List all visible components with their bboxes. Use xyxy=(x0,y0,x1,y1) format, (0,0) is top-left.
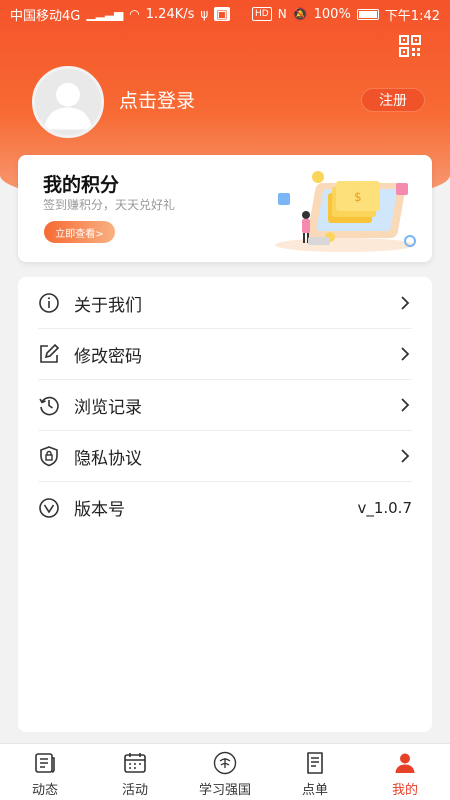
order-icon xyxy=(307,752,323,774)
menu-item-history[interactable]: 浏览记录 xyxy=(38,380,412,431)
chevron-right-icon xyxy=(401,449,410,463)
tab-study[interactable]: 学习强国 xyxy=(180,744,270,800)
clock-icon xyxy=(39,396,59,416)
news-icon xyxy=(35,753,55,773)
battery-icon xyxy=(356,8,379,20)
shield-lock-icon xyxy=(40,446,58,467)
app-notification-icon: ▣ xyxy=(214,7,230,21)
user-icon xyxy=(395,753,415,773)
avatar[interactable] xyxy=(32,66,104,138)
battery-percent: 100% xyxy=(313,6,351,22)
points-card[interactable]: 我的积分 签到赚积分，天天兑好礼 立即查看> $ xyxy=(18,155,432,262)
hd-icon: HD xyxy=(251,7,272,21)
tab-order[interactable]: 点单 xyxy=(270,744,360,800)
svg-text:$: $ xyxy=(354,190,362,204)
register-button[interactable]: 注册 xyxy=(362,89,424,111)
menu-item-label: 版本号 xyxy=(74,500,125,520)
chevron-right-icon xyxy=(401,296,410,310)
chevron-right-icon xyxy=(401,347,410,361)
carrier-text: 中国移动4G xyxy=(10,8,81,24)
menu-card: 关于我们 修改密码 浏览记录 隐私协议 版本号 v_1.0.7 xyxy=(18,277,432,732)
login-link[interactable]: 点击登录 xyxy=(119,86,195,113)
study-logo-icon xyxy=(213,751,237,775)
menu-item-label: 修改密码 xyxy=(74,346,142,367)
tab-label: 我的 xyxy=(391,783,418,798)
menu-item-privacy[interactable]: 隐私协议 xyxy=(38,431,412,482)
tab-label: 动态 xyxy=(31,783,58,798)
menu-item-label: 隐私协议 xyxy=(74,448,142,469)
menu-item-label: 关于我们 xyxy=(74,295,142,316)
version-value: v_1.0.7 xyxy=(357,498,412,517)
points-title: 我的积分 xyxy=(43,174,120,196)
calendar-icon xyxy=(124,753,146,773)
bottom-nav: 动态 活动 学习强国 点单 我的 xyxy=(0,743,450,800)
tab-news[interactable]: 动态 xyxy=(0,744,90,800)
chevron-right-icon xyxy=(401,398,410,412)
menu-item-version: 版本号 v_1.0.7 xyxy=(38,482,412,533)
mute-icon: 🔕 xyxy=(292,7,308,21)
tab-mine[interactable]: 我的 xyxy=(360,744,450,800)
status-bar: 中国移动4G ▁▂▃▅ ◠ 1.24K/s ψ ▣ HD N 🔕 100% 下午… xyxy=(0,0,450,28)
usb-icon: ψ xyxy=(200,7,209,21)
signal-icon: ▁▂▃▅ xyxy=(86,7,124,21)
menu-item-change-password[interactable]: 修改密码 xyxy=(38,329,412,380)
edit-icon xyxy=(40,343,60,363)
clock-time: 下午1:42 xyxy=(384,8,440,24)
points-subtitle: 签到赚积分，天天兑好礼 xyxy=(43,198,176,212)
tab-label: 学习强国 xyxy=(198,783,251,798)
default-avatar-icon xyxy=(35,69,101,135)
menu-item-about[interactable]: 关于我们 xyxy=(38,278,412,329)
nfc-icon: N xyxy=(277,7,287,21)
points-illustration: $ xyxy=(275,171,416,252)
wifi-icon: ◠ xyxy=(129,7,140,21)
menu-item-label: 浏览记录 xyxy=(74,397,142,418)
info-icon xyxy=(39,293,59,313)
network-speed: 1.24K/s xyxy=(145,6,195,22)
qr-code-icon[interactable] xyxy=(398,34,422,58)
view-points-button[interactable]: 立即查看> xyxy=(44,221,115,243)
tab-label: 活动 xyxy=(121,783,148,798)
tab-label: 点单 xyxy=(301,783,328,798)
version-icon xyxy=(39,497,59,518)
tab-activity[interactable]: 活动 xyxy=(90,744,180,800)
